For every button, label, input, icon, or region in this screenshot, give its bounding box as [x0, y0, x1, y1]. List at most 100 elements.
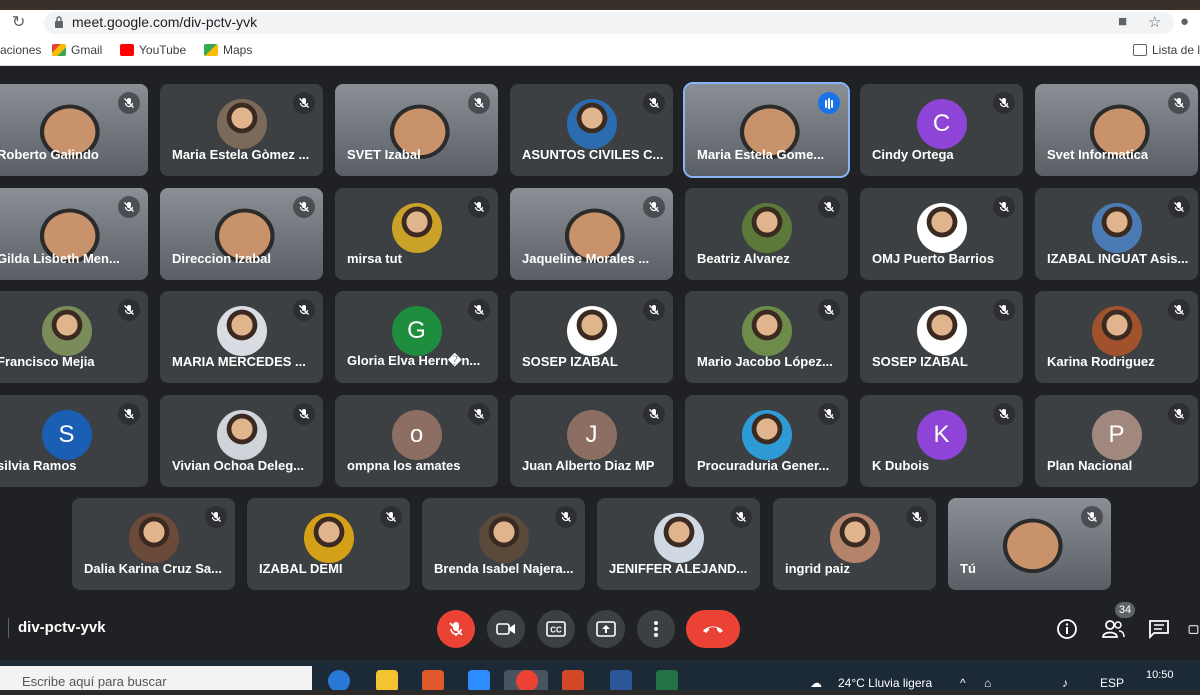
participant-avatar [566, 306, 617, 356]
participant-tile[interactable]: ingrid paiz [773, 498, 936, 590]
participants-button[interactable] [1100, 616, 1126, 642]
participant-tile[interactable]: Dalia Karina Cruz Sa... [72, 498, 235, 590]
participant-avatar [391, 203, 442, 253]
muted-mic-icon [293, 196, 315, 218]
excel-icon[interactable] [656, 670, 678, 692]
bookmark-maps[interactable]: Maps [204, 43, 252, 57]
participant-tile[interactable]: Vivian Ochoa Deleg... [160, 395, 323, 487]
muted-mic-icon [993, 403, 1015, 425]
participant-avatar: C [916, 99, 967, 149]
muted-mic-icon [818, 403, 840, 425]
participant-avatar: G [391, 306, 442, 356]
participant-tile[interactable]: Direccion Izabal [160, 188, 323, 280]
chat-button[interactable] [1146, 616, 1172, 642]
participant-tile[interactable]: Brenda Isabel Najera... [422, 498, 585, 590]
participant-tile[interactable]: SVET Izabal [335, 84, 498, 176]
weather-text[interactable]: 24°C Lluvia ligera [838, 676, 932, 690]
participant-tile[interactable]: IZABAL INGUAT Asis... [1035, 188, 1198, 280]
participant-tile[interactable]: Roberto Galindo [0, 84, 148, 176]
participant-tile[interactable]: Ssilvia Ramos [0, 395, 148, 487]
reading-list[interactable]: Lista de l [1133, 43, 1200, 57]
participant-name: Jaqueline Morales ... [522, 251, 650, 266]
more-options-button[interactable] [637, 610, 675, 648]
participant-avatar [741, 410, 792, 460]
participant-tile[interactable]: SOSEP IZABAL [860, 291, 1023, 383]
participant-tile[interactable]: SOSEP IZABAL [510, 291, 673, 383]
url-text[interactable]: meet.google.com/div-pctv-yvk [72, 14, 257, 30]
participant-avatar [216, 410, 267, 460]
language-indicator[interactable]: ESP [1100, 676, 1124, 690]
network-icon[interactable]: ⌂ [984, 676, 991, 690]
powerpoint-icon[interactable] [562, 670, 584, 692]
participant-tile[interactable]: Procuraduria Gener... [685, 395, 848, 487]
brave-browser-icon[interactable] [422, 670, 444, 692]
muted-mic-icon [1168, 403, 1190, 425]
participant-tile[interactable]: J Juan Alberto Diaz MP [510, 395, 673, 487]
muted-mic-icon [293, 92, 315, 114]
volume-icon[interactable]: ♪ [1062, 676, 1068, 690]
muted-mic-icon [818, 196, 840, 218]
participant-tile[interactable]: Maria Estela Gome... [683, 82, 850, 178]
edge-icon[interactable] [328, 670, 350, 692]
participant-tile[interactable]: JENIFFER ALEJAND... [597, 498, 760, 590]
activities-button[interactable] [1188, 616, 1200, 642]
bookmark-apps[interactable]: aciones [0, 43, 41, 57]
participant-tile[interactable]: Karina Rodriguez [1035, 291, 1198, 383]
bookmark-youtube[interactable]: YouTube [120, 43, 186, 57]
meeting-details-button[interactable] [1054, 616, 1080, 642]
participant-avatar: o [391, 410, 442, 460]
participant-tile[interactable]: o ompna los amates [335, 395, 498, 487]
word-icon[interactable] [610, 670, 632, 692]
present-screen-button[interactable] [587, 610, 625, 648]
participant-name: Svet Informatica [1047, 147, 1149, 162]
muted-mic-icon [1168, 299, 1190, 321]
weather-icon[interactable]: ☁ [810, 676, 822, 690]
participant-tile[interactable]: Svet Informatica [1035, 84, 1198, 176]
microphone-toggle-button[interactable] [437, 610, 475, 648]
participant-tile[interactable]: C Cindy Ortega [860, 84, 1023, 176]
participant-name: Procuraduria Gener... [697, 458, 830, 473]
leave-call-button[interactable] [686, 610, 740, 648]
taskbar-clock[interactable]: 10:50 [1146, 669, 1174, 681]
chrome-icon[interactable] [516, 670, 538, 692]
participant-tile[interactable]: Gilda Lisbeth Men... [0, 188, 148, 280]
info-icon [1057, 619, 1077, 639]
muted-mic-icon [643, 299, 665, 321]
captions-icon: CC [546, 621, 566, 637]
participant-name: ASUNTOS CIVILES C... [522, 147, 664, 162]
participant-name: K Dubois [872, 458, 930, 473]
participant-tile[interactable]: Beatriz Alvarez [685, 188, 848, 280]
participant-name: Beatriz Alvarez [697, 251, 790, 266]
participant-tile[interactable]: KK Dubois [860, 395, 1023, 487]
profile-avatar-icon[interactable]: ● [1180, 13, 1189, 30]
participant-tile[interactable]: OMJ Puerto Barrios [860, 188, 1023, 280]
bookmark-label: aciones [0, 43, 42, 57]
participant-tile[interactable]: MARIA MERCEDES ... [160, 291, 323, 383]
camera-toggle-button[interactable] [487, 610, 525, 648]
file-explorer-icon[interactable] [376, 670, 398, 692]
participant-tile[interactable]: Francisco Mejia [0, 291, 148, 383]
reload-icon[interactable]: ↻ [12, 12, 25, 32]
participant-tile[interactable]: G Gloria Elva Hern�n... [335, 291, 498, 383]
captions-button[interactable]: CC [537, 610, 575, 648]
meeting-code: div-pctv-yvk [18, 619, 106, 636]
participant-tile[interactable]: Jaqueline Morales ... [510, 188, 673, 280]
tray-chevron-icon[interactable]: ^ [960, 676, 966, 690]
participant-tile[interactable]: Maria Estela Gòmez ... [160, 84, 323, 176]
muted-mic-icon [380, 506, 402, 528]
bookmark-star-icon[interactable]: ☆ [1148, 13, 1161, 31]
participant-tile[interactable]: Mario Jacobo López... [685, 291, 848, 383]
camera-indicator-icon[interactable]: ■ [1118, 13, 1127, 30]
bookmark-gmail[interactable]: Gmail [52, 43, 102, 57]
participant-avatar [1091, 203, 1142, 253]
participant-tile[interactable]: P Plan Nacional [1035, 395, 1198, 487]
participant-name: Dalia Karina Cruz Sa... [84, 561, 222, 576]
bookmark-label: YouTube [139, 43, 187, 57]
participant-tile[interactable]: IZABAL DEMI [247, 498, 410, 590]
participant-avatar [303, 513, 354, 563]
participant-tile[interactable]: Tú [948, 498, 1111, 590]
participant-tile[interactable]: ASUNTOS CIVILES C... [510, 84, 673, 176]
reading-list-icon [1133, 44, 1147, 56]
participant-tile[interactable]: mirsa tut [335, 188, 498, 280]
zoom-icon[interactable] [468, 670, 490, 692]
